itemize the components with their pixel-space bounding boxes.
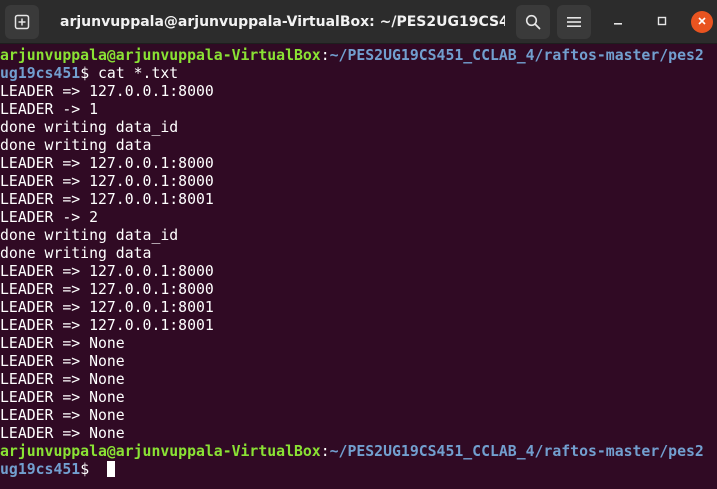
minimize-icon <box>613 13 623 31</box>
output-line: LEADER => None <box>0 371 125 388</box>
output-line: LEADER => 127.0.0.1:8000 <box>0 155 214 172</box>
prompt-path-continued: ug19cs451 <box>0 461 81 478</box>
output-line: LEADER => 127.0.0.1:8001 <box>0 317 214 334</box>
prompt-line-continued[interactable]: ug19cs451$ <box>0 461 116 479</box>
new-tab-icon <box>14 14 30 30</box>
terminal-window: arjunvuppala@arjunvuppala-VirtualBox: ~/… <box>0 0 717 489</box>
new-tab-button[interactable] <box>5 5 39 39</box>
output-line: LEADER => 127.0.0.1:8001 <box>0 299 214 316</box>
text-cursor <box>107 461 116 477</box>
title-bar[interactable]: arjunvuppala@arjunvuppala-VirtualBox: ~/… <box>0 0 717 44</box>
output-line: LEADER => 127.0.0.1:8000 <box>0 83 214 100</box>
window-title: arjunvuppala@arjunvuppala-VirtualBox: ~/… <box>60 14 505 30</box>
prompt-path-continued: ug19cs451 <box>0 65 81 82</box>
hamburger-menu-icon <box>567 16 581 28</box>
output-line: LEADER => None <box>0 353 125 370</box>
output-line: LEADER => 127.0.0.1:8001 <box>0 191 214 208</box>
maximize-button[interactable] <box>651 11 673 33</box>
search-button[interactable] <box>516 5 550 39</box>
output-line: LEADER => None <box>0 335 125 352</box>
output-line: LEADER => 127.0.0.1:8000 <box>0 263 214 280</box>
prompt-user-host: arjunvuppala@arjunvuppala-VirtualBox <box>0 47 321 64</box>
prompt-line: arjunvuppala@arjunvuppala-VirtualBox:~/P… <box>0 443 704 461</box>
search-icon <box>525 14 541 30</box>
prompt-line: arjunvuppala@arjunvuppala-VirtualBox:~/P… <box>0 47 704 65</box>
output-line: LEADER => None <box>0 389 125 406</box>
maximize-icon <box>657 13 667 31</box>
prompt-colon: : <box>320 47 330 64</box>
output-line: LEADER => 127.0.0.1:8000 <box>0 173 214 190</box>
menu-button[interactable] <box>557 5 591 39</box>
output-line: LEADER => None <box>0 425 125 442</box>
output-line: LEADER => 127.0.0.1:8000 <box>0 281 214 298</box>
output-line: done writing data <box>0 137 152 154</box>
prompt-dollar: $ <box>80 65 99 82</box>
output-line: LEADER -> 1 <box>0 101 98 118</box>
prompt-dollar: $ <box>80 461 99 478</box>
close-icon <box>697 13 707 31</box>
prompt-path: ~/PES2UG19CS451_CCLAB_4/raftos-master/pe… <box>329 47 704 64</box>
output-line: done writing data <box>0 245 152 262</box>
terminal-output-area[interactable]: arjunvuppala@arjunvuppala-VirtualBox:~/P… <box>0 45 717 489</box>
prompt-user-host: arjunvuppala@arjunvuppala-VirtualBox <box>0 443 321 460</box>
prompt-path: ~/PES2UG19CS451_CCLAB_4/raftos-master/pe… <box>329 443 704 460</box>
output-line: done writing data_id <box>0 227 179 244</box>
prompt-colon: : <box>320 443 330 460</box>
output-line: LEADER => None <box>0 407 125 424</box>
output-line: done writing data_id <box>0 119 179 136</box>
command-text: cat *.txt <box>98 65 179 82</box>
output-line: LEADER -> 2 <box>0 209 98 226</box>
close-button[interactable] <box>691 11 713 33</box>
prompt-line-continued: ug19cs451$ cat *.txt <box>0 65 178 83</box>
minimize-button[interactable] <box>607 11 629 33</box>
